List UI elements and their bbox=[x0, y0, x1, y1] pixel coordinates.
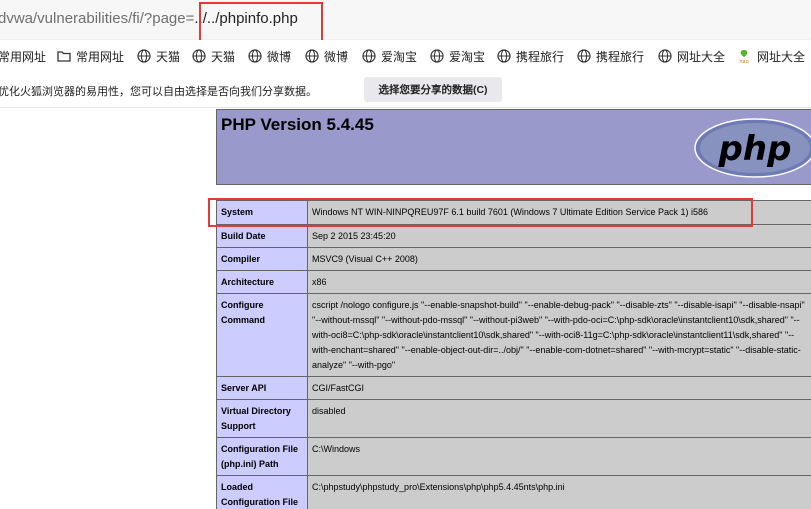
url-prefix: dvwa/vulnerabilities/fi/?page= bbox=[0, 10, 195, 27]
table-row: Compiler MSVC9 (Visual C++ 2008) bbox=[216, 247, 811, 271]
bookmark-label: 天猫 bbox=[211, 49, 236, 64]
globe-icon bbox=[577, 49, 591, 63]
table-row: Server API CGI/FastCGI bbox=[216, 376, 811, 400]
bookmark-label: 微博 bbox=[324, 49, 349, 64]
table-row: Configuration File (php.ini) Path C:\Win… bbox=[216, 437, 811, 476]
hao123-icon: hao bbox=[739, 50, 749, 64]
phpinfo-page: PHP Version 5.4.45 php System Windows NT… bbox=[0, 109, 811, 509]
bookmark-label: 微博 bbox=[267, 49, 292, 64]
bookmark-item[interactable]: 常用网址 bbox=[57, 47, 124, 65]
php-logo-text: php bbox=[718, 129, 792, 169]
bookmark-item[interactable]: 网址大全 bbox=[658, 47, 725, 65]
globe-icon bbox=[362, 49, 376, 63]
bookmark-item[interactable]: 微博 bbox=[305, 47, 348, 65]
globe-icon bbox=[430, 49, 444, 63]
row-value: CGI/FastCGI bbox=[307, 376, 811, 400]
notification-text: 优化火狐浏览器的易用性，您可以自由选择是否向我们分享数据。 bbox=[0, 85, 317, 98]
system-row-highlight-box bbox=[208, 198, 753, 227]
row-key: Server API bbox=[216, 376, 308, 400]
bookmark-label: 爱淘宝 bbox=[449, 49, 486, 64]
folder-icon bbox=[57, 51, 71, 62]
bookmark-item[interactable]: 携程旅行 bbox=[497, 47, 564, 65]
address-bar[interactable]: dvwa/vulnerabilities/fi/?page=../../phpi… bbox=[0, 0, 811, 40]
php-version-header: PHP Version 5.4.45 php bbox=[216, 109, 811, 185]
row-value: C:\Windows bbox=[307, 437, 811, 476]
php-version-title: PHP Version 5.4.45 bbox=[221, 115, 374, 134]
choose-data-to-share-button[interactable]: 选择您要分享的数据(C) bbox=[364, 77, 502, 102]
bookmark-label: 携程旅行 bbox=[596, 49, 645, 64]
bookmark-item[interactable]: 天猫 bbox=[137, 47, 180, 65]
row-value: C:\phpstudy\phpstudy_pro\Extensions\php\… bbox=[307, 475, 811, 509]
globe-icon bbox=[248, 49, 262, 63]
row-value: x86 bbox=[307, 270, 811, 294]
row-value: MSVC9 (Visual C++ 2008) bbox=[307, 247, 811, 271]
bookmark-item[interactable]: 微博 bbox=[248, 47, 291, 65]
table-row: Build Date Sep 2 2015 23:45:20 bbox=[216, 224, 811, 248]
bookmark-label: 携程旅行 bbox=[516, 49, 565, 64]
table-row: Configure Command cscript /nologo config… bbox=[216, 293, 811, 377]
bookmark-item[interactable]: hao 网址大全 bbox=[736, 47, 805, 65]
row-value: disabled bbox=[307, 399, 811, 438]
row-key: Virtual Directory Support bbox=[216, 399, 308, 438]
bookmark-label: 常用网址 bbox=[76, 49, 125, 64]
bookmark-item[interactable]: 爱淘宝 bbox=[430, 47, 485, 65]
row-key: Configure Command bbox=[216, 293, 308, 377]
bookmark-label: 网址大全 bbox=[757, 49, 806, 64]
table-row: Architecture x86 bbox=[216, 270, 811, 294]
table-row: Loaded Configuration File C:\phpstudy\ph… bbox=[216, 475, 811, 509]
bookmark-item[interactable]: 常用网址 bbox=[0, 47, 46, 65]
bookmarks-toolbar: 常用网址 常用网址 天猫 天猫 微博 微博 爱淘宝 爱淘宝 携程旅行 携程旅行 … bbox=[0, 40, 811, 72]
php-info-table: System Windows NT WIN-NINPQREU97F 6.1 bu… bbox=[216, 200, 811, 509]
bookmark-item[interactable]: 携程旅行 bbox=[577, 47, 644, 65]
bookmark-item[interactable]: 天猫 bbox=[192, 47, 235, 65]
php-logo-icon: php bbox=[694, 118, 811, 178]
globe-icon bbox=[305, 49, 319, 63]
table-row: Virtual Directory Support disabled bbox=[216, 399, 811, 438]
row-key: Build Date bbox=[216, 224, 308, 248]
globe-icon bbox=[192, 49, 206, 63]
browser-window: dvwa/vulnerabilities/fi/?page=../../phpi… bbox=[0, 0, 811, 509]
bookmark-label: 网址大全 bbox=[677, 49, 726, 64]
data-sharing-notification: 优化火狐浏览器的易用性，您可以自由选择是否向我们分享数据。 选择您要分享的数据(… bbox=[0, 72, 811, 108]
url-highlight-box bbox=[199, 2, 323, 43]
bookmark-item[interactable]: 爱淘宝 bbox=[362, 47, 417, 65]
bookmark-label: 天猫 bbox=[156, 49, 181, 64]
globe-icon bbox=[137, 49, 151, 63]
bookmark-label: 常用网址 bbox=[0, 49, 47, 64]
bookmark-label: 爱淘宝 bbox=[381, 49, 418, 64]
row-key: Compiler bbox=[216, 247, 308, 271]
svg-text:hao: hao bbox=[739, 59, 748, 64]
globe-icon bbox=[497, 49, 511, 63]
row-value: cscript /nologo configure.js "--enable-s… bbox=[307, 293, 811, 377]
row-key: Configuration File (php.ini) Path bbox=[216, 437, 308, 476]
row-value: Sep 2 2015 23:45:20 bbox=[307, 224, 811, 248]
row-key: Architecture bbox=[216, 270, 308, 294]
row-key: Loaded Configuration File bbox=[216, 475, 308, 509]
globe-icon bbox=[658, 49, 672, 63]
